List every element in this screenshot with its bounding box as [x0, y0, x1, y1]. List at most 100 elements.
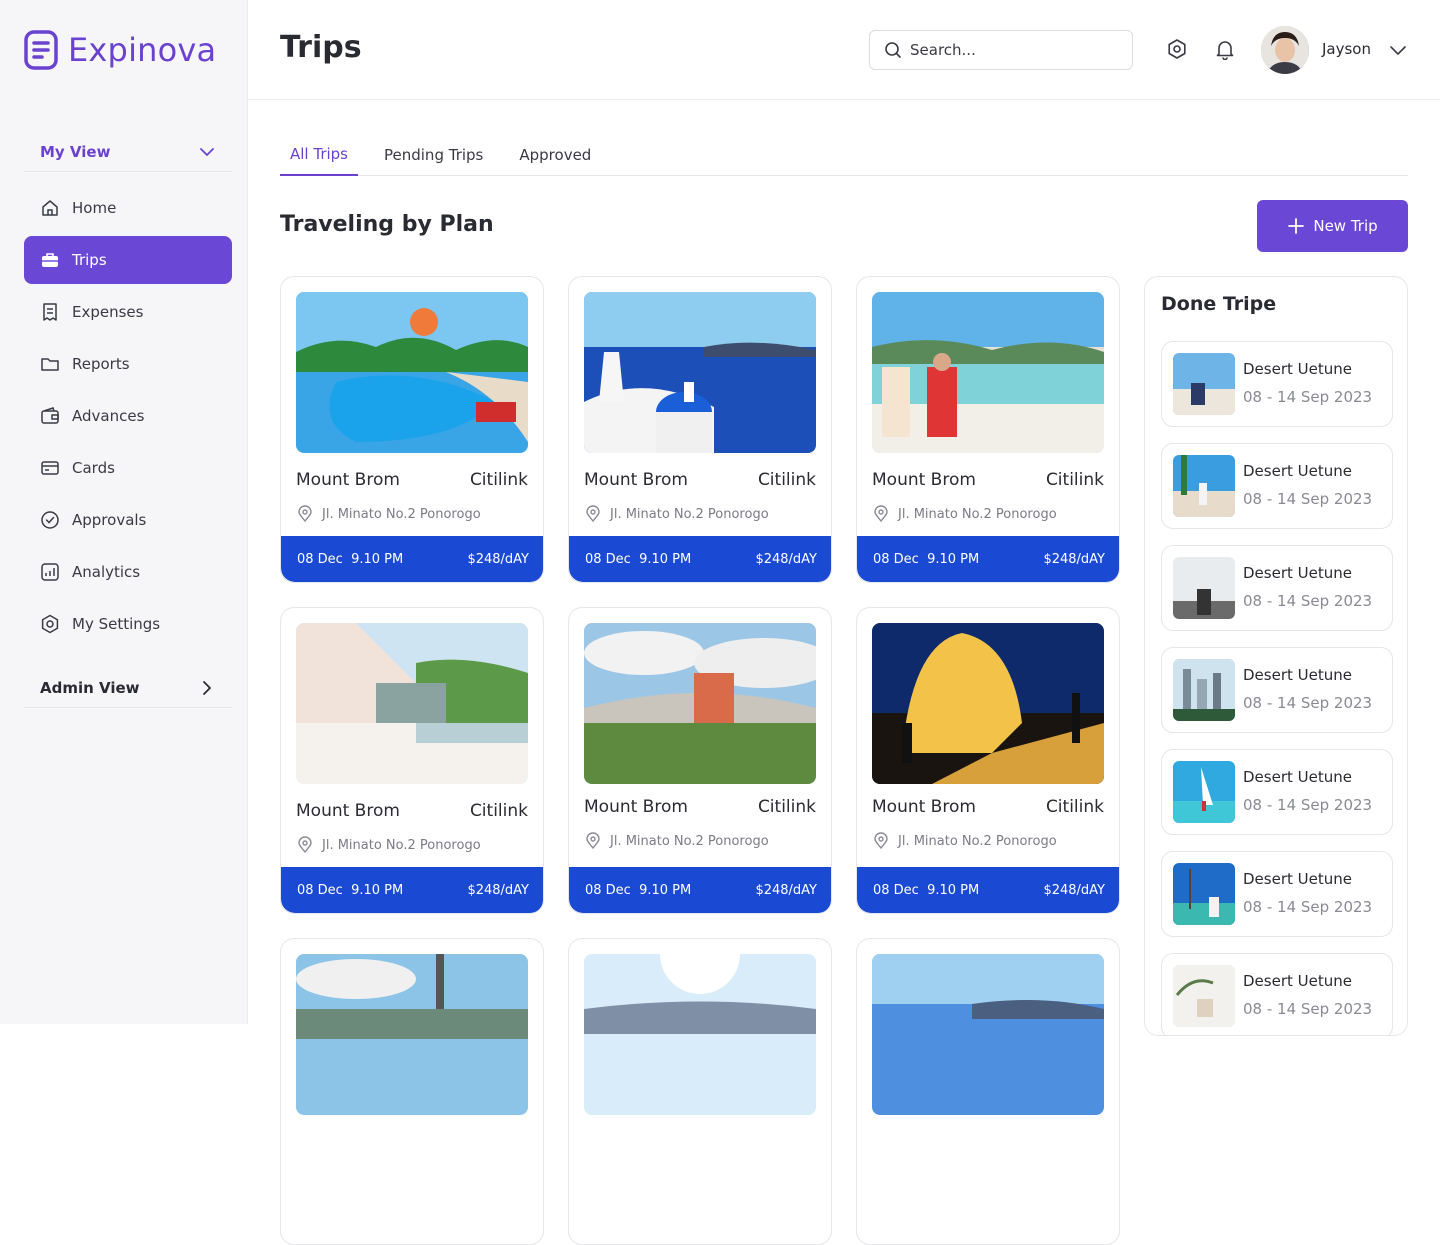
- trip-airline: Citilink: [469, 470, 528, 490]
- trip-card[interactable]: Mount Brom Citilink Jl. Minato No.2 Pono…: [856, 607, 1120, 914]
- trip-airline: Citilink: [757, 797, 816, 817]
- plus-icon: [1288, 218, 1305, 234]
- done-trip-name: Desert Uetune: [1243, 972, 1352, 990]
- trip-footer: 08 Dec 9.10 PM $248/dAY: [569, 536, 831, 582]
- sidebar-item-trips[interactable]: Trips: [24, 236, 232, 284]
- user-photo: [1261, 26, 1309, 74]
- trip-name: Mount Brom: [872, 470, 976, 490]
- trip-name: Mount Brom: [584, 797, 688, 817]
- sidebar-item-label: Expenses: [72, 303, 144, 321]
- done-trip-name: Desert Uetune: [1243, 360, 1352, 378]
- done-trip-item[interactable]: Desert Uetune 08 - 14 Sep 2023: [1161, 647, 1393, 733]
- done-trip-dates: 08 - 14 Sep 2023: [1243, 592, 1373, 610]
- trip-datetime: 08 Dec 9.10 PM: [585, 882, 692, 898]
- trip-name: Mount Brom: [872, 797, 976, 817]
- trip-location: Jl. Minato No.2 Ponorogo: [296, 505, 481, 523]
- location-pin-icon: [874, 832, 888, 850]
- trip-location-text: Jl. Minato No.2 Ponorogo: [322, 837, 481, 853]
- location-pin-icon: [298, 836, 312, 854]
- sidebar-item-label: Approvals: [72, 511, 147, 529]
- done-trip-item[interactable]: Desert Uetune 08 - 14 Sep 2023: [1161, 341, 1393, 427]
- search-input[interactable]: [910, 41, 1110, 59]
- trip-card[interactable]: [568, 938, 832, 1245]
- sidebar-item-home[interactable]: Home: [24, 184, 232, 232]
- done-trip-name: Desert Uetune: [1243, 564, 1352, 582]
- bell-icon[interactable]: [1214, 38, 1236, 60]
- chevron-down-icon[interactable]: [1388, 40, 1408, 60]
- sidebar-item-label: Reports: [72, 355, 130, 373]
- done-trip-item[interactable]: Desert Uetune 08 - 14 Sep 2023: [1161, 443, 1393, 529]
- trip-airline: Citilink: [1045, 797, 1104, 817]
- trip-datetime: 08 Dec 9.10 PM: [873, 551, 980, 567]
- trip-photo-pavilion: [296, 623, 528, 784]
- admin-view-toggle[interactable]: Admin View: [24, 668, 232, 708]
- brand-logo[interactable]: Expinova: [24, 30, 216, 70]
- user-name[interactable]: Jayson: [1322, 40, 1371, 58]
- trip-photo-lights: [872, 623, 1104, 784]
- trip-airline: Citilink: [757, 470, 816, 490]
- done-trip-thumb: [1173, 659, 1235, 721]
- my-view-toggle[interactable]: My View: [24, 132, 232, 172]
- sidebar-item-reports[interactable]: Reports: [24, 340, 232, 388]
- avatar[interactable]: [1261, 26, 1309, 74]
- sidebar-item-approvals[interactable]: Approvals: [24, 496, 232, 544]
- search-box[interactable]: [869, 30, 1133, 70]
- trip-card[interactable]: Mount Brom Citilink Jl. Minato No.2 Pono…: [280, 276, 544, 583]
- location-pin-icon: [874, 505, 888, 523]
- tab-pending-trips[interactable]: Pending Trips: [374, 134, 493, 176]
- done-trip-thumb: [1173, 761, 1235, 823]
- done-trip-name: Desert Uetune: [1243, 870, 1352, 888]
- done-trip-name: Desert Uetune: [1243, 666, 1352, 684]
- sidebar-item-label: Cards: [72, 459, 115, 477]
- done-trip-item[interactable]: Desert Uetune 08 - 14 Sep 2023: [1161, 545, 1393, 631]
- trip-footer: 08 Dec 9.10 PM $248/dAY: [281, 536, 543, 582]
- credit-card-icon: [41, 461, 59, 475]
- trip-name: Mount Brom: [296, 470, 400, 490]
- trip-price: $248/dAY: [467, 551, 529, 567]
- trip-location: Jl. Minato No.2 Ponorogo: [584, 832, 769, 850]
- trip-card[interactable]: [856, 938, 1120, 1245]
- trip-datetime: 08 Dec 9.10 PM: [297, 882, 404, 898]
- sidebar-item-cards[interactable]: Cards: [24, 444, 232, 492]
- trip-card[interactable]: Mount Brom Citilink Jl. Minato No.2 Pono…: [280, 607, 544, 914]
- tab-approved[interactable]: Approved: [509, 134, 601, 176]
- trip-card[interactable]: Mount Brom Citilink Jl. Minato No.2 Pono…: [568, 607, 832, 914]
- check-circle-icon: [41, 511, 59, 529]
- sidebar-item-advances[interactable]: Advances: [24, 392, 232, 440]
- new-trip-button[interactable]: New Trip: [1257, 200, 1408, 252]
- location-pin-icon: [586, 832, 600, 850]
- trip-card[interactable]: Mount Brom Citilink Jl. Minato No.2 Pono…: [568, 276, 832, 583]
- done-trip-item[interactable]: Desert Uetune 08 - 14 Sep 2023: [1161, 851, 1393, 937]
- done-trip-thumb: [1173, 557, 1235, 619]
- trip-datetime: 08 Dec 9.10 PM: [873, 882, 980, 898]
- settings-icon[interactable]: [1166, 38, 1188, 60]
- folder-icon: [41, 358, 59, 371]
- trip-datetime: 08 Dec 9.10 PM: [297, 551, 404, 567]
- sidebar-item-my-settings[interactable]: My Settings: [24, 600, 232, 648]
- sidebar-item-label: Advances: [72, 407, 145, 425]
- trip-price: $248/dAY: [1043, 882, 1105, 898]
- sidebar-item-analytics[interactable]: Analytics: [24, 548, 232, 596]
- trip-footer: 08 Dec 9.10 PM $248/dAY: [857, 536, 1119, 582]
- trip-name: Mount Brom: [584, 470, 688, 490]
- trip-card[interactable]: [280, 938, 544, 1245]
- trip-location-text: Jl. Minato No.2 Ponorogo: [898, 506, 1057, 522]
- done-trip-thumb: [1173, 353, 1235, 415]
- sidebar-item-expenses[interactable]: Expenses: [24, 288, 232, 336]
- done-trips-title: Done Tripe: [1161, 293, 1277, 315]
- document-logo-icon: [24, 30, 58, 70]
- done-trip-item[interactable]: Desert Uetune 08 - 14 Sep 2023: [1161, 749, 1393, 835]
- trip-card[interactable]: Mount Brom Citilink Jl. Minato No.2 Pono…: [856, 276, 1120, 583]
- trip-location-text: Jl. Minato No.2 Ponorogo: [610, 506, 769, 522]
- done-trip-dates: 08 - 14 Sep 2023: [1243, 490, 1373, 508]
- done-trip-dates: 08 - 14 Sep 2023: [1243, 694, 1373, 712]
- settings-icon: [41, 614, 59, 634]
- trip-photo-building: [584, 623, 816, 784]
- wallet-icon: [41, 407, 59, 424]
- tab-all-trips[interactable]: All Trips: [280, 134, 358, 176]
- page-title: Trips: [280, 30, 362, 65]
- trip-location-text: Jl. Minato No.2 Ponorogo: [610, 833, 769, 849]
- location-pin-icon: [586, 505, 600, 523]
- sidebar-item-label: My Settings: [72, 615, 161, 633]
- trip-airline: Citilink: [469, 801, 528, 821]
